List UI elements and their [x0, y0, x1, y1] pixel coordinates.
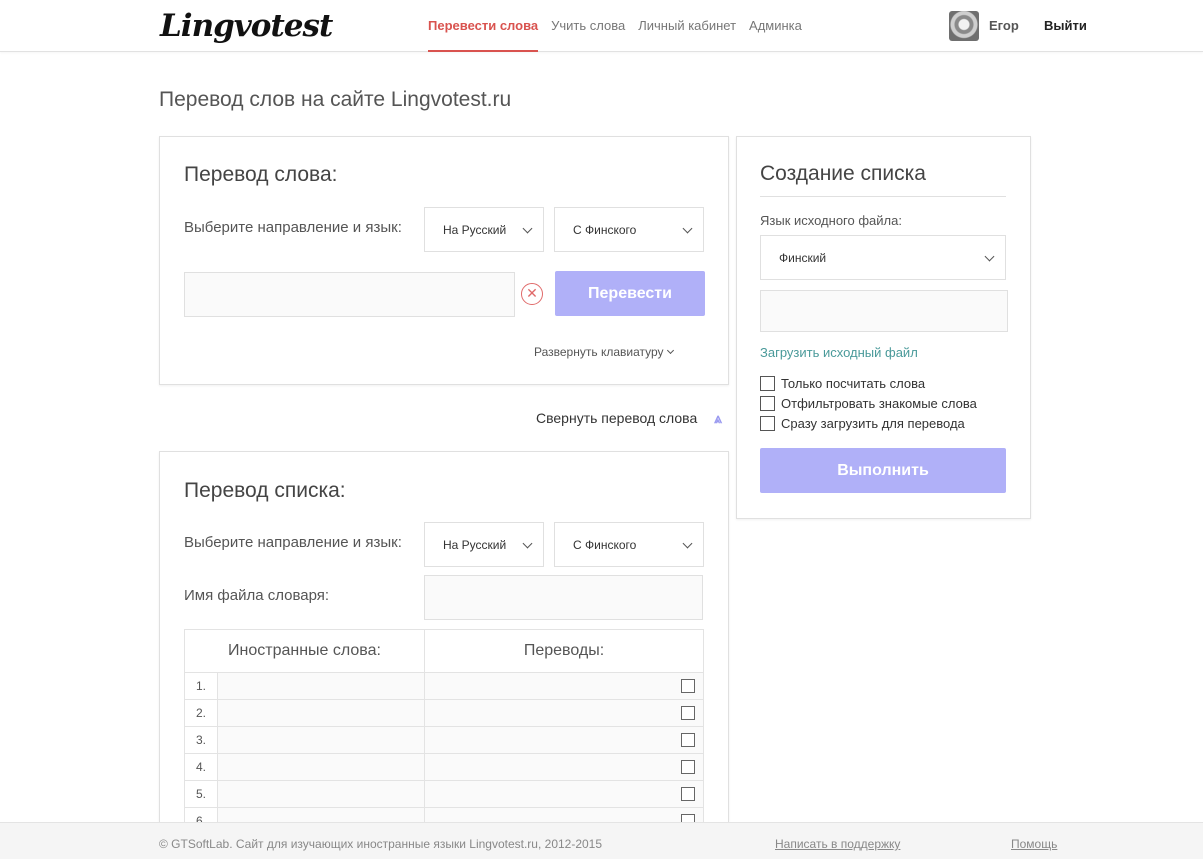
- chevron-down-icon: [522, 223, 533, 234]
- table-row: 4.: [184, 753, 704, 781]
- list-language-value: С Финского: [573, 538, 637, 552]
- chevron-down-icon: [522, 538, 533, 549]
- translation-cell[interactable]: [424, 699, 704, 727]
- word-language-value: С Финского: [573, 223, 637, 237]
- collapse-word-translation-link[interactable]: Свернуть перевод слова: [536, 410, 697, 426]
- user-name[interactable]: Егор: [989, 18, 1019, 33]
- foreign-word-cell[interactable]: [217, 780, 425, 808]
- row-checkbox[interactable]: [681, 787, 695, 801]
- source-lang-value: Финский: [779, 251, 827, 265]
- load-now-label: Сразу загрузить для перевода: [781, 415, 965, 431]
- list-direction-label: Выберите направление и язык:: [184, 534, 402, 551]
- list-language-select[interactable]: С Финского: [554, 522, 704, 567]
- foreign-word-cell[interactable]: [217, 753, 425, 781]
- footer-copyright: © GTSoftLab. Сайт для изучающих иностран…: [159, 837, 603, 851]
- row-number: 4.: [184, 753, 218, 781]
- upload-source-file-link[interactable]: Загрузить исходный файл: [760, 345, 918, 360]
- load-now-checkbox[interactable]: [760, 415, 775, 431]
- expand-keyboard-link[interactable]: Развернуть клавиатуру: [534, 345, 674, 359]
- list-direction-select[interactable]: На Русский: [424, 522, 544, 567]
- create-list-title: Создание списка: [760, 162, 926, 185]
- chevron-down-icon: [666, 346, 674, 355]
- source-lang-label: Язык исходного файла:: [760, 213, 902, 228]
- word-direction-select[interactable]: На Русский: [424, 207, 544, 252]
- foreign-word-cell[interactable]: [217, 672, 425, 700]
- table-row: 5.: [184, 780, 704, 808]
- foreign-word-cell[interactable]: [217, 699, 425, 727]
- nav-admin[interactable]: Админка: [749, 0, 802, 52]
- filename-label: Имя файла словаря:: [184, 587, 330, 604]
- list-direction-value: На Русский: [443, 538, 507, 552]
- option-count-only[interactable]: Только посчитать слова: [760, 375, 925, 391]
- word-language-select[interactable]: С Финского: [554, 207, 704, 252]
- table-row: 3.: [184, 726, 704, 754]
- translation-cell[interactable]: [424, 753, 704, 781]
- nav-personal-account[interactable]: Личный кабинет: [638, 0, 736, 52]
- clear-input-icon[interactable]: ✕: [521, 283, 543, 305]
- translation-cell[interactable]: [424, 672, 704, 700]
- row-checkbox[interactable]: [681, 760, 695, 774]
- filter-known-label: Отфильтровать знакомые слова: [781, 395, 977, 411]
- word-direction-value: На Русский: [443, 223, 507, 237]
- row-checkbox[interactable]: [681, 679, 695, 693]
- user-avatar[interactable]: [949, 11, 979, 41]
- support-link[interactable]: Написать в поддержку: [775, 837, 900, 851]
- chevron-down-icon: [984, 251, 995, 262]
- translate-button[interactable]: Перевести: [555, 271, 705, 316]
- collapse-arrow-icon[interactable]: ⩓: [714, 410, 722, 427]
- word-list-table: Иностранные слова: Переводы: 1. 2. 3. 4.…: [184, 629, 704, 835]
- title-divider: [760, 196, 1006, 197]
- site-logo[interactable]: Lingvotest: [160, 8, 333, 44]
- option-load-now[interactable]: Сразу загрузить для перевода: [760, 415, 965, 431]
- logout-link[interactable]: Выйти: [1044, 18, 1087, 33]
- row-number: 1.: [184, 672, 218, 700]
- source-file-input[interactable]: [760, 290, 1008, 332]
- translation-cell[interactable]: [424, 726, 704, 754]
- nav-learn-words[interactable]: Учить слова: [551, 0, 625, 52]
- execute-button[interactable]: Выполнить: [760, 448, 1006, 493]
- row-checkbox[interactable]: [681, 733, 695, 747]
- row-number: 5.: [184, 780, 218, 808]
- table-row: 1.: [184, 672, 704, 700]
- filter-known-checkbox[interactable]: [760, 395, 775, 411]
- chevron-down-icon: [682, 538, 693, 549]
- option-filter-known[interactable]: Отфильтровать знакомые слова: [760, 395, 977, 411]
- count-only-checkbox[interactable]: [760, 375, 775, 391]
- top-header: Lingvotest Перевести слова Учить слова Л…: [0, 0, 1203, 52]
- word-input[interactable]: [184, 272, 515, 317]
- table-row: 2.: [184, 699, 704, 727]
- page-footer: © GTSoftLab. Сайт для изучающих иностран…: [0, 822, 1203, 859]
- chevron-down-icon: [682, 223, 693, 234]
- source-lang-select[interactable]: Финский: [760, 235, 1006, 280]
- word-direction-label: Выберите направление и язык:: [184, 219, 402, 236]
- foreign-word-cell[interactable]: [217, 726, 425, 754]
- count-only-label: Только посчитать слова: [781, 375, 926, 391]
- row-number: 2.: [184, 699, 218, 727]
- translations-header: Переводы:: [424, 629, 704, 673]
- foreign-words-header: Иностранные слова:: [184, 629, 425, 673]
- list-translation-title: Перевод списка:: [184, 479, 346, 502]
- nav-translate-words[interactable]: Перевести слова: [428, 0, 539, 52]
- row-checkbox[interactable]: [681, 706, 695, 720]
- filename-input[interactable]: [424, 575, 703, 620]
- page-title: Перевод слов на сайте Lingvotest.ru: [159, 88, 512, 111]
- help-link[interactable]: Помощь: [1011, 837, 1057, 851]
- row-number: 3.: [184, 726, 218, 754]
- word-translation-title: Перевод слова:: [184, 163, 338, 186]
- main-nav: Перевести слова Учить слова Личный кабин…: [428, 0, 815, 52]
- translation-cell[interactable]: [424, 780, 704, 808]
